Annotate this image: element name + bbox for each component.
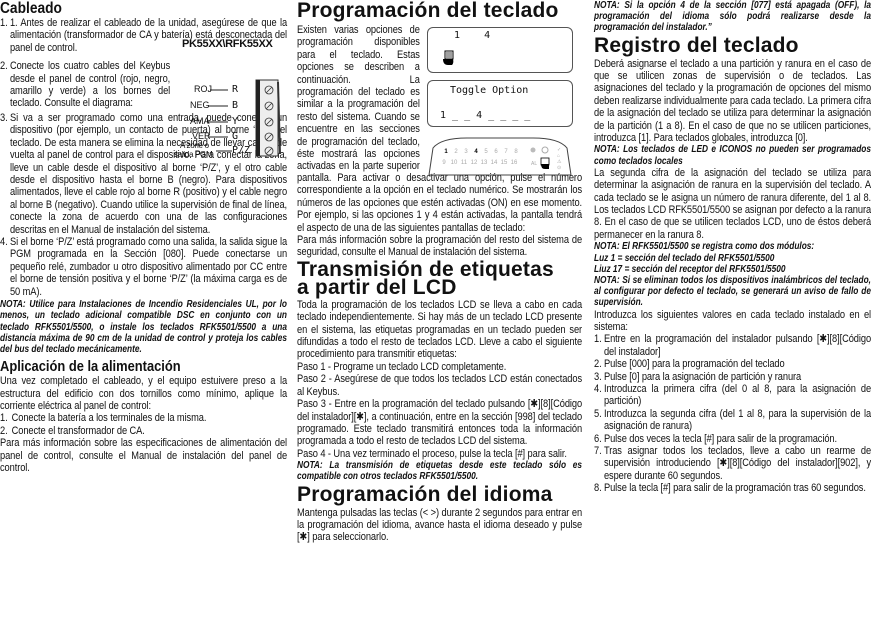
list-item: 2. Conecte los cuatro cables del Keybus d…: [0, 60, 171, 110]
keypad-led-7: 7: [504, 149, 508, 155]
terminal-g: G: [232, 131, 239, 142]
keypad-hand-icon: [540, 157, 550, 166]
column-2: Programación del teclado Existen varias …: [297, 0, 582, 543]
keypad-row-2: 9 10 11 12 13 14 15 16: [439, 160, 519, 166]
terminal-pz: P/Z: [232, 145, 251, 156]
registro-list: 1. Entre en la programación del instalado…: [594, 333, 871, 494]
keypad-led-11: 11: [460, 160, 468, 166]
alimentacion-title: Aplicación de la alimentación: [0, 358, 181, 376]
cableado-list-2: 2. Conecte los cuatro cables del Keybus d…: [0, 60, 170, 110]
wire-label-ama: AMA: [190, 116, 210, 126]
keypad-led-15: 15: [500, 160, 508, 166]
list-item: 1. Conecte la batería a los terminales de…: [0, 412, 207, 425]
alimentacion-outro: Para más información sobre las especific…: [0, 437, 288, 474]
paso-3: Paso 3 - Entre en la programación del te…: [297, 398, 583, 448]
nota-idioma: NOTA: Si la opción 4 de la sección [077]…: [594, 0, 871, 34]
lcd-display-icon: 1 4: [427, 27, 573, 73]
list-item: 2. Pulse [000] para la programación del t…: [594, 358, 785, 371]
cableado-title: Cableado: [0, 0, 62, 17]
terminal-r: R: [232, 84, 239, 95]
paso-2: Paso 2 - Asegúrese de que todos los tecl…: [297, 373, 583, 398]
paso-4: Paso 4 - Una vez terminado el proceso, p…: [297, 447, 567, 460]
list-item: 3. Pulse [0] para la asignación de partic…: [594, 370, 802, 383]
list-item: 4. Si el borne ‘P/Z’ está programado como…: [0, 236, 288, 298]
list-item: 5. Introduzca la segunda cifra (del 1 al …: [594, 407, 871, 433]
keypad-led-1: 1: [444, 149, 448, 155]
fire-icon: [530, 147, 536, 153]
registro-p1: Deberá asignarse el teclado a una partic…: [594, 57, 871, 145]
keypad-led-16: 16: [510, 160, 518, 166]
led-keypad-display: 12345678 9 10 11 12 13 14 15 16 AL ✓ ⌂ ⚠ ⊙: [427, 136, 573, 176]
trans-p1: Toda la programación de los teclados LCD…: [297, 298, 583, 361]
terminal-y: Y: [232, 116, 239, 127]
wire-label-zone-1: A zone o: [180, 141, 209, 150]
paso-1: Paso 1 - Programe un teclado LCD complet…: [297, 360, 507, 373]
lcd-2-line-1: Toggle Option: [450, 85, 529, 96]
list-item: 8. Pulse la tecla [#] para salir de la pr…: [594, 482, 866, 495]
prog-p1-start: Existen varias opciones de programación …: [297, 24, 420, 172]
wire-label-neg: NEG: [190, 100, 210, 110]
keypad-led-10: 10: [450, 160, 458, 166]
keypad-led-14: 14: [490, 160, 498, 166]
alimentacion-list: 1. Conecte la batería a los terminales de…: [0, 412, 287, 437]
lcd-display-text: Toggle Option 1 _ _ 4 _ _ _ _: [427, 80, 573, 127]
keypad-led-9: 9: [442, 160, 446, 166]
wire-label-ver: VER: [192, 131, 211, 141]
prog-p2: Para más información sobre la programaci…: [297, 234, 583, 259]
info-icon: [541, 146, 549, 154]
programacion-teclado-title: Programación del teclado: [297, 0, 559, 22]
list-item: 1. Entre en la programación del instalado…: [594, 333, 871, 358]
nota-transmision: NOTA: La transmisión de etiquetas desde …: [297, 460, 582, 483]
hand-keypad-icon: [443, 50, 454, 65]
column-1: Cableado 1. 1. Antes de realizar el cable…: [0, 0, 287, 474]
idioma-title: Programación del idioma: [297, 482, 553, 506]
keypad-icons: AL ✓ ⌂ ⚠ ⊙: [530, 146, 562, 170]
registro-intro: Introduzca los siguientes valores en cad…: [594, 308, 871, 333]
prog-p1-cont: pantalla. Para activar o desactivar una …: [297, 172, 583, 234]
wiring-diagram: PK55XX\RFK55XX ROJ R NEG B AMA Y VER G A…: [172, 38, 288, 160]
nota-inalambricos: NOTA: Si se eliminan todos los dispositi…: [594, 274, 871, 309]
keypad-led-12: 12: [470, 160, 478, 166]
registro-p2: La segunda cifra de la asignación del te…: [594, 166, 871, 241]
svg-text:⊙: ⊙: [557, 165, 561, 170]
lcd-1-text: 1 4: [454, 30, 491, 41]
alimentacion-intro: Una vez completado el cableado, y el equ…: [0, 375, 288, 412]
column-3: NOTA: Si la opción 4 de la sección [077]…: [594, 0, 871, 495]
luz-1: Luz 1 = sección del teclado del RFK5501/…: [594, 252, 775, 264]
keypad-led-5: 5: [484, 149, 488, 155]
keypad-led-2: 2: [454, 149, 458, 155]
idioma-p: Mantenga pulsadas las teclas (< >) duran…: [297, 506, 583, 544]
nota-modulos: NOTA: El RFK5501/5500 se registra como d…: [594, 241, 815, 253]
list-item: 2. Conecte el transformador de CA.: [0, 424, 145, 437]
keypad-led-8: 8: [514, 149, 518, 155]
svg-text:AL: AL: [531, 161, 537, 167]
keypad-led-6: 6: [494, 149, 498, 155]
wire-label-roj: ROJ: [194, 84, 212, 94]
nota-led: NOTA: Los teclados de LED e ICONOS no pu…: [594, 144, 871, 167]
keypad-row-1: 12345678: [441, 149, 521, 155]
lcd-2-line-2: 1 _ _ 4 _ _ _ _: [440, 110, 531, 121]
keypad-led-4: 4: [474, 149, 478, 155]
wire-label-zone-2: salida PGM: [174, 150, 213, 159]
luz-17: Liuz 17 = sección del receptor del RFK55…: [594, 263, 786, 275]
list-item: 7. Tras asignar todos los teclados, lleve…: [594, 444, 871, 482]
terminal-b: B: [232, 100, 239, 111]
nota-ul: NOTA: Utilice para Instalaciones de Ince…: [0, 299, 287, 355]
list-item: 6. Pulse dos veces la tecla [#] para sali…: [594, 432, 838, 445]
keypad-led-3: 3: [464, 149, 468, 155]
registro-title: Registro del teclado: [594, 33, 799, 57]
keypad-led-13: 13: [480, 160, 488, 166]
list-item: 4. Introduzca la primera cifra (del 0 al …: [594, 382, 871, 408]
transmision-title: Transmisión de etiquetas a partir del LCD: [297, 257, 554, 299]
